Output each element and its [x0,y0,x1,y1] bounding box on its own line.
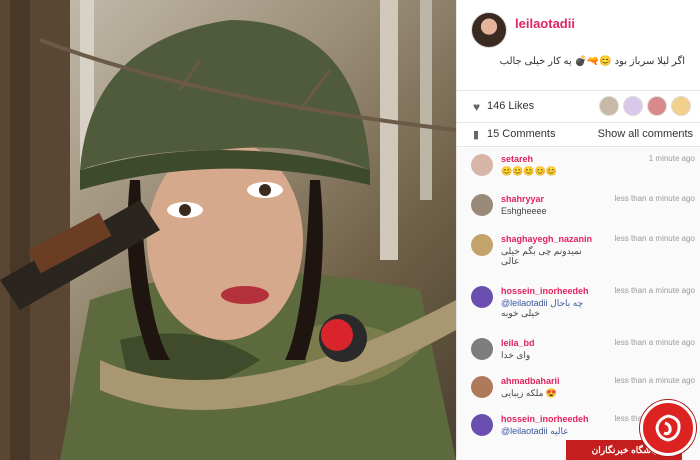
comment-text: 😊😊😊😊😊 [501,166,558,176]
commenter-avatar[interactable] [471,194,493,216]
commenter-username[interactable]: setareh [501,154,533,164]
commenter-username[interactable]: shaghayegh_nazanin [501,234,592,244]
commenter-username[interactable]: hossein_inorheedeh [501,286,589,296]
comments-header: ▮ 15 Comments Show all comments [457,124,700,144]
divider [457,90,700,91]
liker-avatar[interactable] [623,96,643,116]
post-header: leilaotadii [471,12,693,52]
liker-avatar[interactable] [647,96,667,116]
username-link[interactable]: leilaotadii [515,16,575,31]
commenter-username[interactable]: leila_bd [501,338,535,348]
likes-count[interactable]: 146 Likes [487,100,534,112]
comment-text: وای خدا [501,350,531,360]
comment-time: less than a minute ago [614,234,696,243]
commenter-avatar[interactable] [471,286,493,308]
comment-text: @leilaotadii عالیه [501,426,569,436]
comment-bubble-icon: ▮ [473,129,480,141]
comments-count: 15 Comments [487,128,556,140]
comment-time: 1 minute ago [648,154,695,163]
liker-avatar[interactable] [599,96,619,116]
commenter-username[interactable]: ahmadbaharii [501,376,560,386]
commenter-username[interactable]: hossein_inorheedeh [501,414,589,424]
commenter-avatar[interactable] [471,338,493,360]
divider [457,122,700,123]
heart-icon: ♥ [473,100,481,114]
show-all-comments-link[interactable]: Show all comments [598,128,693,140]
divider [457,146,700,147]
commenter-avatar[interactable] [471,154,493,176]
post-caption: اگر لیلا سرباز بود 😊🔫💣 یه کار خیلی جالب [499,56,685,67]
comment-text-line2: عالی [501,256,520,266]
comment-time: less than a minute ago [614,286,696,295]
comment-text: Eshgheeee [501,206,547,216]
watermark-logo [640,400,696,456]
comment-time: less than a minute ago [614,338,696,347]
user-avatar[interactable] [471,12,507,48]
commenter-avatar[interactable] [471,376,493,398]
liker-avatar[interactable] [671,96,691,116]
comment-time: less than a minute ago [614,376,696,385]
comment-text: ملکه زیبایی 😍 [501,388,558,398]
comment-text-line2: خیلی خوبه [501,308,540,318]
watermark-logo-icon [655,414,681,442]
commenter-username[interactable]: shahryyar [501,194,544,204]
commenter-avatar[interactable] [471,414,493,436]
post-photo [0,0,456,460]
likes-row: ♥ 146 Likes [457,92,700,122]
comment-time: less than a minute ago [614,194,696,203]
post-details-panel: leilaotadii اگر لیلا سرباز بود 😊🔫💣 یه کا… [456,0,700,460]
soldier-photo-illustration [0,0,456,460]
commenter-avatar[interactable] [471,234,493,256]
